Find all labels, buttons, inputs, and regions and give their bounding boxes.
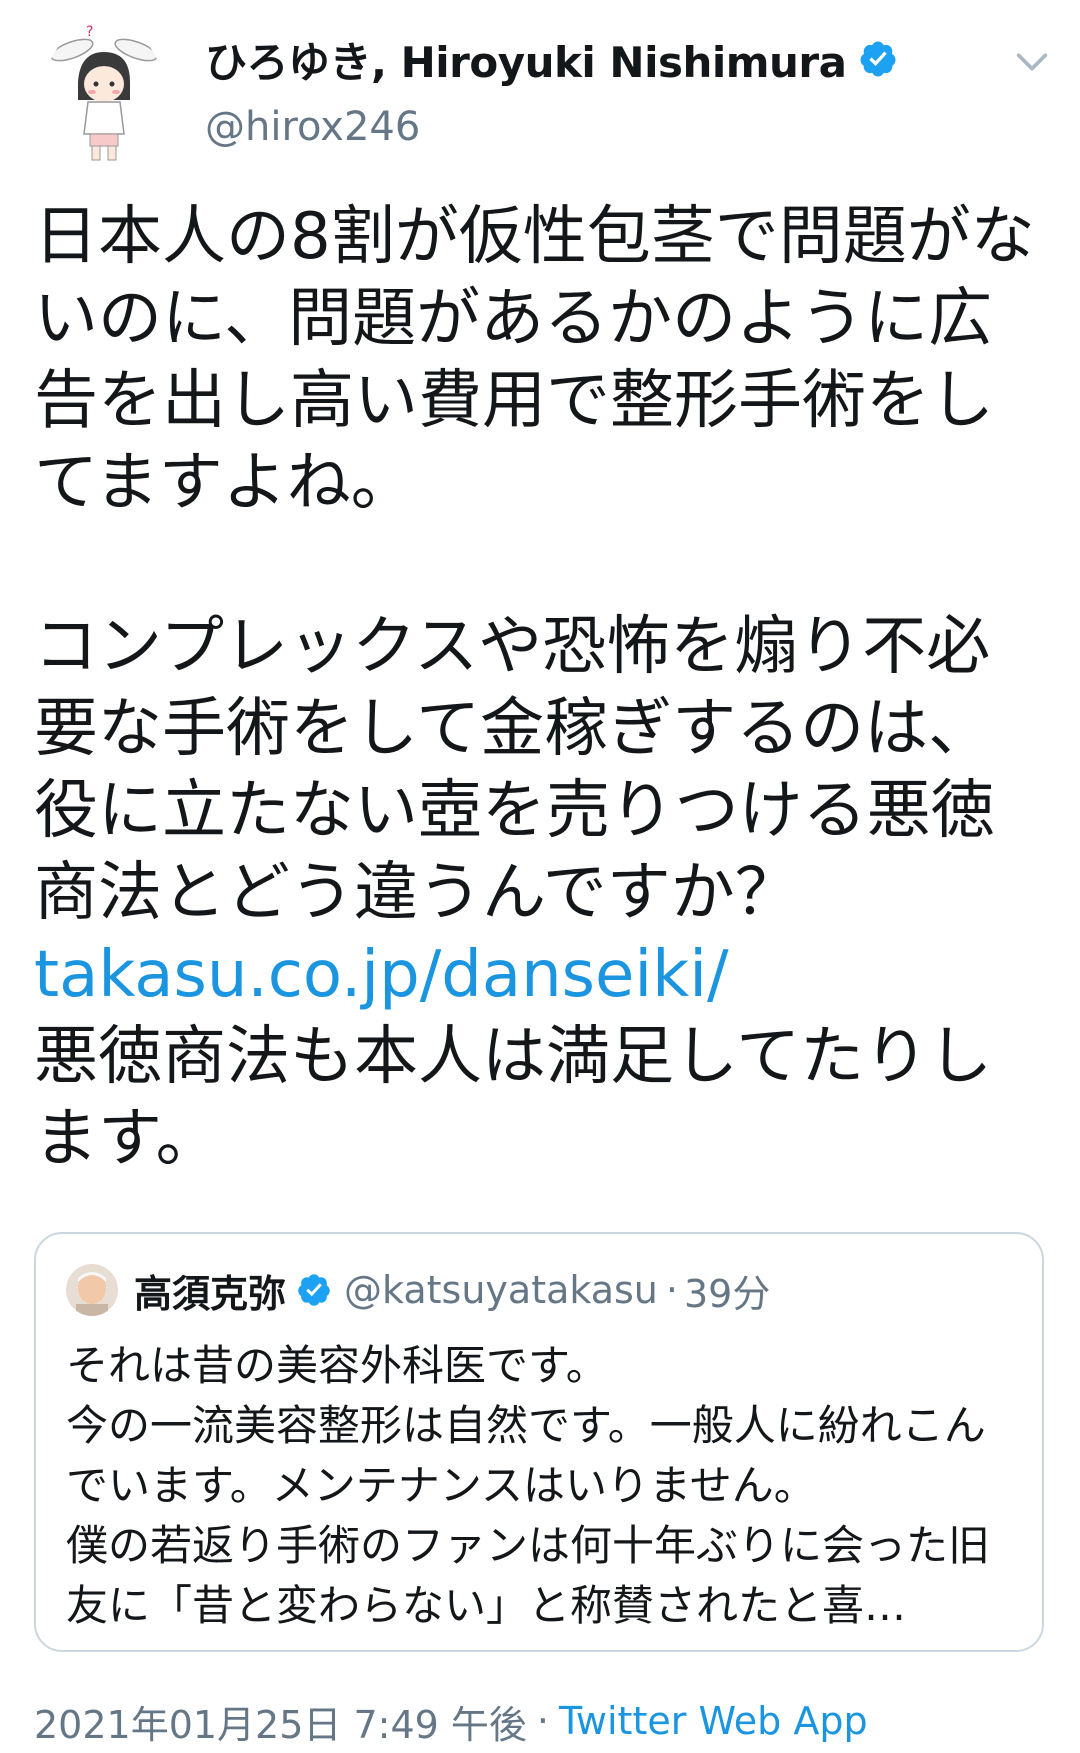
tweet-paragraph-3: 悪徳商法も本人は満足してたりします。 [34,1020,993,1176]
author-display-name[interactable]: ひろゆき, Hiroyuki Nishimura [205,29,847,90]
author-avatar[interactable]: ? [44,22,164,162]
quoted-author-avatar [66,1264,118,1316]
quoted-tweet[interactable]: 高須克弥 @katsuyatakasu · 39分 それは昔の美容外科医です。 … [34,1232,1044,1652]
tweet-paragraph-2: コンプレックスや恐怖を煽り不必要な手術をして金稼ぎするのは、役に立たない壺を売り… [34,610,995,930]
footer-separator: · [536,1699,549,1743]
quoted-author-handle: @katsuyatakasu [344,1268,658,1312]
tweet-header: ? ひろゆき, Hiroyuki Nishimura @hirox246 [0,0,1080,170]
verified-badge-icon [860,41,896,77]
tweet-footer: 2021年01月25日 7:49 午後 · Twitter Web App [34,1695,868,1747]
avatar-illustration: ? [44,22,164,162]
verified-badge-icon [298,1274,330,1306]
quoted-tweet-text: それは昔の美容外科医です。 今の一流美容整形は自然です。一般人に紛れこんでいます… [66,1341,991,1630]
svg-text:?: ? [86,24,93,40]
quoted-author-name: 高須克弥 [134,1271,287,1316]
tweet-text: 日本人の8割が仮性包茎で問題がないのに、問題があるかのように広告を出し高い費用で… [34,196,1054,1180]
chevron-down-icon[interactable] [1012,42,1052,82]
author-name-row: ひろゆき, Hiroyuki Nishimura [205,34,898,87]
author-handle[interactable]: @hirox246 [205,104,420,150]
quoted-separator: · [665,1268,678,1312]
tweet-paragraph-1: 日本人の8割が仮性包茎で問題がないのに、問題があるかのように広告を出し高い費用で… [34,200,1035,520]
person-photo-icon [66,1264,118,1316]
tweet-source-link[interactable]: Twitter Web App [559,1699,868,1743]
quoted-tweet-header: 高須克弥 @katsuyatakasu · 39分 [66,1262,770,1318]
tweet-link[interactable]: takasu.co.jp/danseiki/ [34,938,729,1012]
quoted-timestamp: 39分 [683,1271,771,1316]
tweet-timestamp[interactable]: 2021年01月25日 7:49 午後 [34,1694,527,1749]
